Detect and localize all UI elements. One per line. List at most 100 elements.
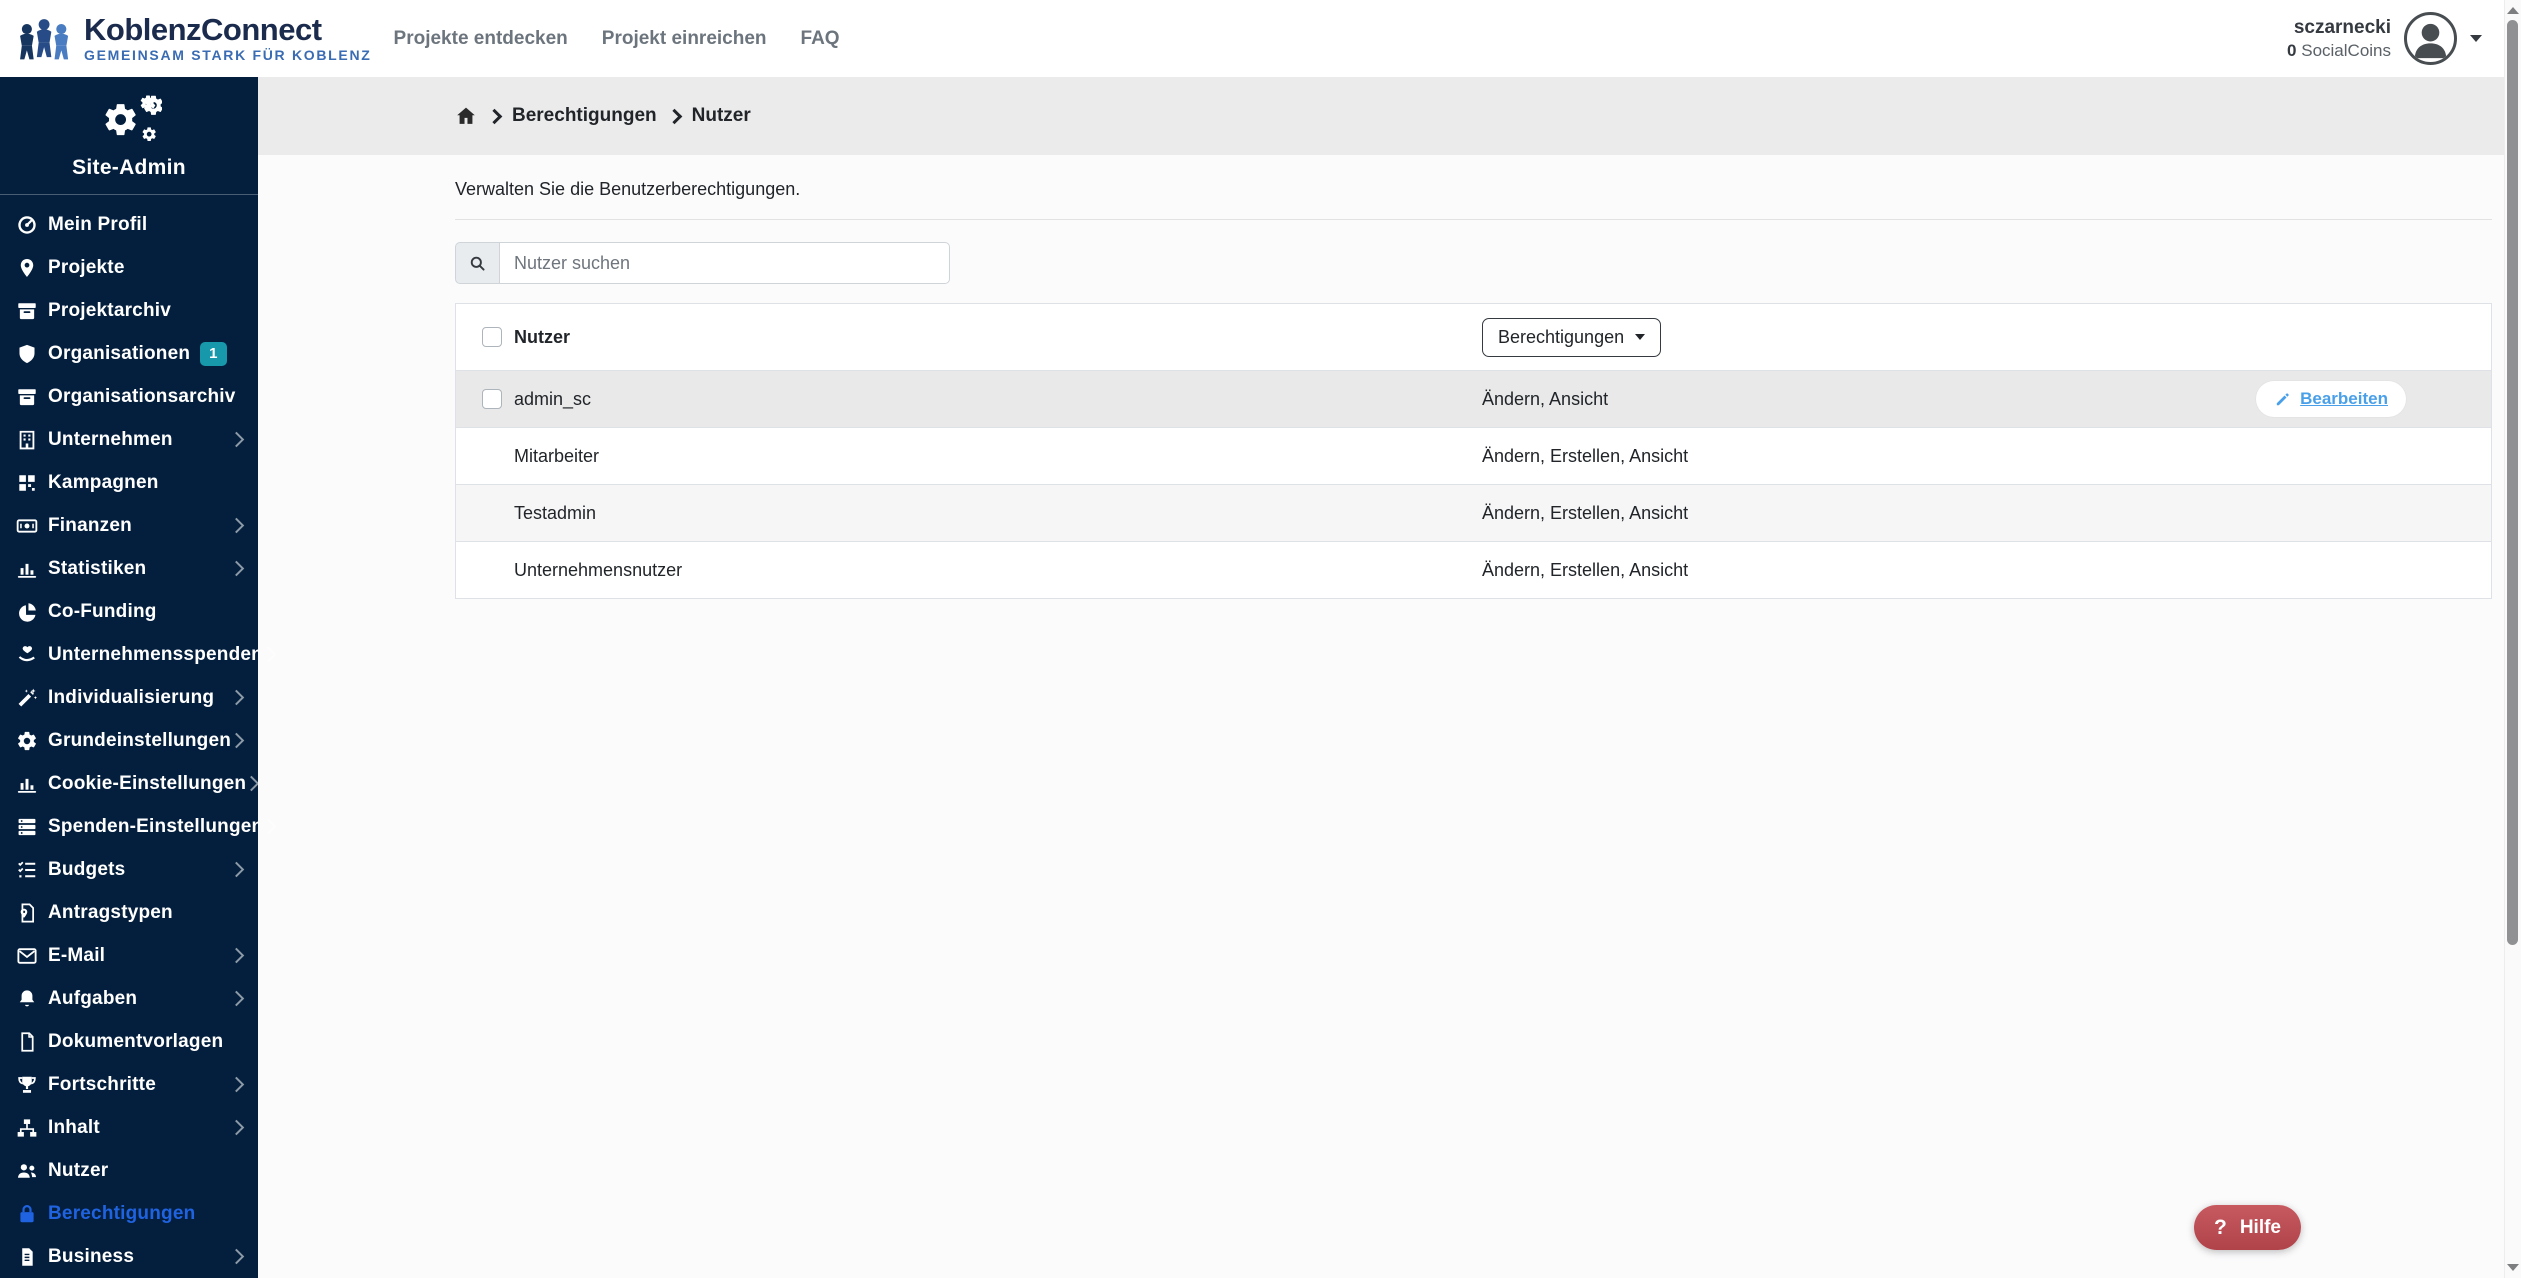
sidebar-item-label: Organisationen	[48, 342, 191, 364]
sidebar-item-label: Inhalt	[48, 1116, 100, 1138]
sidebar-item-projektarchiv[interactable]: Projektarchiv	[0, 289, 258, 332]
sidebar-item-statistiken[interactable]: Statistiken	[0, 547, 258, 590]
brand-title: KoblenzConnect	[84, 11, 322, 47]
sidebar-header: Site-Admin	[0, 77, 258, 195]
sidebar-item-co-funding[interactable]: Co-Funding	[0, 590, 258, 633]
scroll-up-arrow-icon[interactable]	[2507, 7, 2519, 14]
sidebar-item-aufgaben[interactable]: Aufgaben	[0, 977, 258, 1020]
scrollbar-thumb[interactable]	[2507, 20, 2518, 945]
sidebar-item-label: Unternehmen	[48, 428, 173, 450]
sidebar-item-label: Projekte	[48, 256, 125, 278]
top-nav-link-1[interactable]: Projekt einreichen	[602, 28, 767, 50]
sidebar-item-mein-profil[interactable]: Mein Profil	[0, 203, 258, 246]
sidebar-item-budgets[interactable]: Budgets	[0, 848, 258, 891]
sidebar-item-unternehmen[interactable]: Unternehmen	[0, 418, 258, 461]
sidebar-item-inhalt[interactable]: Inhalt	[0, 1106, 258, 1149]
magic-wand-icon	[18, 688, 38, 707]
sidebar-item-individualisierung[interactable]: Individualisierung	[0, 676, 258, 719]
sidebar-item-label: Fortschritte	[48, 1073, 156, 1095]
sidebar-item-label: Organisationsarchiv	[48, 385, 236, 407]
sidebar-item-label: Nutzer	[48, 1159, 109, 1181]
money-icon	[16, 518, 38, 533]
chart-pie-icon	[19, 602, 36, 622]
sidebar-item-grundeinstellungen[interactable]: Grundeinstellungen	[0, 719, 258, 762]
permissions-cell: Ändern, Erstellen, Ansicht	[1482, 445, 1689, 466]
gear-icon	[18, 731, 36, 750]
coins-label: SocialCoins	[2301, 40, 2391, 60]
sidebar-item-kampagnen[interactable]: Kampagnen	[0, 461, 258, 504]
sidebar-item-label: Kampagnen	[48, 471, 159, 493]
sidebar-item-organisationsarchiv[interactable]: Organisationsarchiv	[0, 375, 258, 418]
edit-button[interactable]: Bearbeiten	[2256, 381, 2406, 417]
brand-text: KoblenzConnect GEMEINSAM STARK FÜR KOBLE…	[84, 11, 372, 64]
users-table: Nutzer Berechtigungen admin_sc Ändern, An…	[455, 303, 2492, 599]
grid-icon	[19, 474, 35, 491]
breadcrumb-item-berechtigungen[interactable]: Berechtigungen	[512, 105, 657, 127]
user-name: Unternehmensnutzer	[514, 559, 683, 580]
user-coins: 0 SocialCoins	[2287, 40, 2391, 61]
user-name: sczarnecki	[2293, 17, 2391, 38]
sidebar-item-label: E-Mail	[48, 944, 106, 966]
user-name: admin_sc	[514, 388, 592, 409]
breadcrumb-separator-icon	[666, 108, 682, 124]
top-navigation: Projekte entdecken Projekt einreichen FAQ	[394, 28, 840, 50]
name-header-cell: Nutzer	[456, 327, 1482, 348]
top-nav-link-2[interactable]: FAQ	[801, 28, 840, 50]
scroll-down-arrow-icon[interactable]	[2507, 1264, 2519, 1271]
table-header-row: Nutzer Berechtigungen	[456, 304, 2491, 371]
search-icon	[470, 256, 485, 271]
home-icon[interactable]	[455, 105, 477, 127]
select-all-checkbox[interactable]	[482, 327, 502, 347]
sidebar-item-label: Antragstypen	[48, 901, 173, 923]
page-description: Verwalten Sie die Benutzerberechtigungen…	[455, 179, 801, 199]
vertical-scrollbar[interactable]	[2504, 0, 2521, 1278]
sidebar-item-projekte[interactable]: Projekte	[0, 246, 258, 289]
sidebar-item-spenden-einstellungen[interactable]: Spenden-Einstellungen	[0, 805, 277, 848]
sidebar-item-unternehmensspenden[interactable]: Unternehmensspenden	[0, 633, 277, 676]
permissions-cell: Ändern, Erstellen, Ansicht	[1482, 559, 1689, 580]
sidebar-item-label: Co-Funding	[48, 600, 157, 622]
sidebar-item-antragstypen[interactable]: Antragstypen	[0, 891, 258, 934]
permissions-header-cell: Berechtigungen	[1482, 317, 2491, 357]
table-body: admin_sc Ändern, Ansicht Bearbeiten Mitarbe…	[456, 371, 2491, 598]
people-logo-icon	[16, 13, 74, 65]
brand-tagline: GEMEINSAM STARK FÜR KOBLENZ	[84, 47, 372, 64]
person-icon	[2414, 23, 2447, 59]
search-input[interactable]	[499, 242, 950, 284]
sidebar-item-cookie-einstellungen[interactable]: Cookie-Einstellungen	[0, 762, 260, 805]
top-header: KoblenzConnect GEMEINSAM STARK FÜR KOBLE…	[0, 0, 2504, 77]
sidebar-item-e-mail[interactable]: E-Mail	[0, 934, 258, 977]
chart-bar-icon	[17, 778, 37, 793]
sidebar-item-dokumentvorlagen[interactable]: Dokumentvorlagen	[0, 1020, 258, 1063]
avatar[interactable]	[2404, 12, 2457, 65]
trophy-icon	[18, 1076, 36, 1093]
chevron-right-icon	[228, 560, 245, 577]
table-row-admin-sc[interactable]: admin_sc Ändern, Ansicht Bearbeiten	[456, 371, 2491, 428]
permissions-dropdown-button[interactable]: Berechtigungen	[1482, 317, 1662, 357]
hand-heart-icon	[18, 645, 35, 661]
sidebar-item-organisationen[interactable]: Organisationen 1	[0, 332, 258, 375]
table-row-testadmin[interactable]: Testadmin Ändern, Erstellen, Ansicht	[456, 485, 2491, 542]
sidebar-menu: Mein Profil Projekte Projektarchiv Organisa…	[0, 195, 277, 1278]
row-checkbox[interactable]	[482, 389, 502, 409]
lock-icon	[20, 1204, 34, 1222]
table-row-unternehmensnutzer[interactable]: Unternehmensnutzer Ändern, Erstellen, Ans…	[456, 542, 2491, 598]
sidebar-item-berechtigungen[interactable]: Berechtigungen	[0, 1192, 258, 1235]
file-icon	[21, 1031, 34, 1052]
chevron-right-icon	[228, 689, 245, 706]
sidebar-item-finanzen[interactable]: Finanzen	[0, 504, 258, 547]
table-row-mitarbeiter[interactable]: Mitarbeiter Ändern, Erstellen, Ansicht	[456, 428, 2491, 485]
breadcrumb-item-current: Nutzer	[691, 105, 751, 126]
help-button[interactable]: ? Hilfe	[2193, 1205, 2301, 1250]
name-header-label: Nutzer	[514, 326, 571, 347]
permissions-dropdown-label: Berechtigungen	[1498, 326, 1625, 347]
top-nav-link-0[interactable]: Projekte entdecken	[394, 28, 568, 50]
sidebar-item-label: Budgets	[48, 858, 126, 880]
sidebar-item-nutzer[interactable]: Nutzer	[0, 1149, 258, 1192]
user-menu[interactable]: sczarnecki 0 SocialCoins	[2287, 12, 2482, 65]
bell-icon	[19, 989, 35, 1006]
sidebar-item-fortschritte[interactable]: Fortschritte	[0, 1063, 258, 1106]
brand-logo[interactable]: KoblenzConnect GEMEINSAM STARK FÜR KOBLE…	[16, 13, 372, 65]
chevron-right-icon	[228, 732, 245, 749]
sidebar-item-business[interactable]: Business	[0, 1235, 258, 1278]
